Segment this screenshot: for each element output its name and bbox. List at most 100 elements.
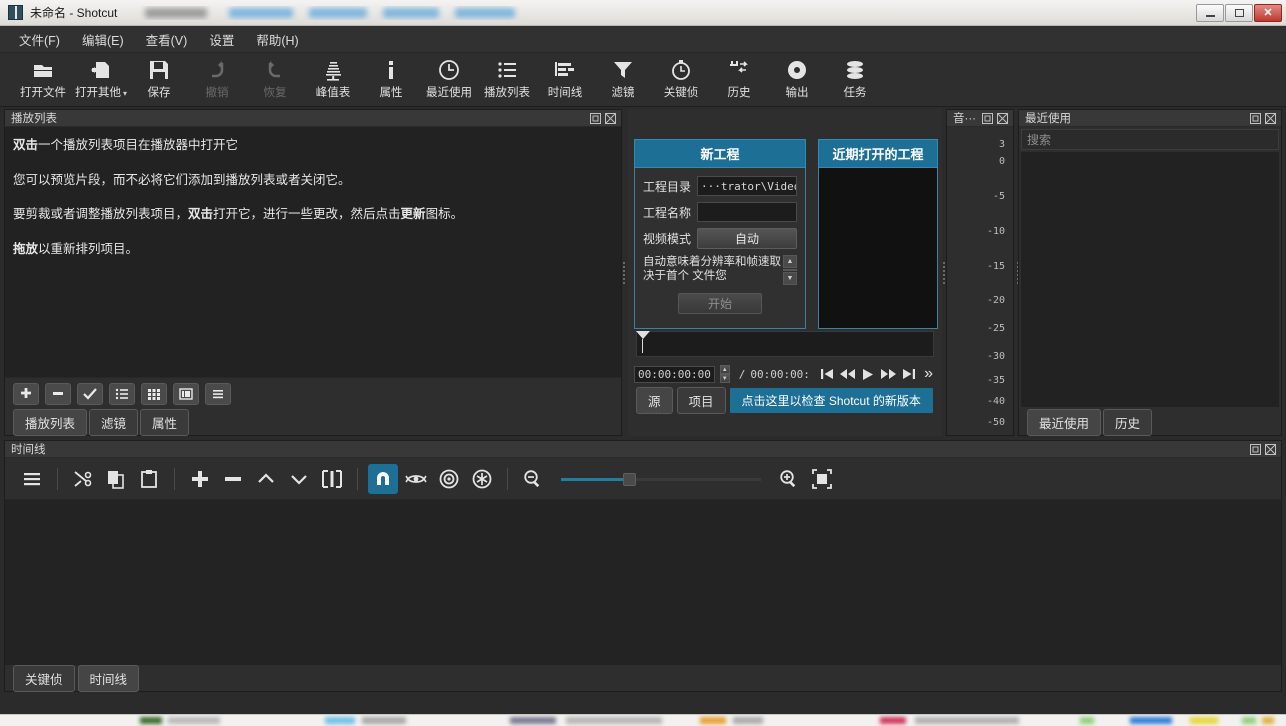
player-seekbar[interactable]: [628, 329, 942, 361]
add-to-playlist-button[interactable]: [13, 383, 39, 405]
view-detail-list-button[interactable]: [109, 383, 135, 405]
toolbar-undo[interactable]: 撤销: [188, 53, 246, 105]
splitter-player-audio[interactable]: [942, 255, 946, 291]
zoom-fit-button[interactable]: [807, 464, 837, 494]
view-tiles-button[interactable]: [141, 383, 167, 405]
shotcut-icon: [8, 5, 23, 20]
playlist-menu-button[interactable]: [205, 383, 231, 405]
toolbar-divider-1: [57, 468, 58, 490]
update-playlist-item-button[interactable]: [77, 383, 103, 405]
ripple-delete-button[interactable]: [218, 464, 248, 494]
toolbar-undo-label: 撤销: [206, 84, 229, 100]
toolbar-playlist[interactable]: 播放列表: [478, 53, 536, 105]
ripple-toggle-button[interactable]: [434, 464, 464, 494]
splitter-playlist-player[interactable]: [622, 255, 626, 291]
hint-scrollbar[interactable]: ▲ ▼: [783, 255, 797, 285]
timeline-close-icon[interactable]: [1265, 444, 1277, 455]
toolbar-history[interactable]: 历史: [710, 53, 768, 105]
playlist-dock-title: 播放列表: [11, 110, 57, 126]
timeline-tracks-area[interactable]: [5, 500, 1281, 665]
maximize-button[interactable]: [1225, 4, 1253, 22]
tab-properties[interactable]: 属性: [140, 409, 189, 436]
playlist-icon: [496, 58, 518, 82]
playlist-float-icon[interactable]: [590, 113, 602, 124]
skip-to-start-button[interactable]: [820, 365, 835, 383]
menu-file[interactable]: 文件(F): [10, 26, 69, 53]
spin-down-icon[interactable]: ▼: [720, 374, 730, 383]
minimize-button[interactable]: [1196, 4, 1224, 22]
toolbar-peak-meter[interactable]: 峰值表: [304, 53, 362, 105]
project-name-input[interactable]: [697, 202, 797, 222]
recent-float-icon[interactable]: [1250, 113, 1262, 124]
video-mode-select[interactable]: 自动: [697, 228, 797, 249]
position-timecode-field[interactable]: 00:00:00:00: [634, 366, 715, 383]
split-button[interactable]: [317, 464, 347, 494]
audio-float-icon[interactable]: [982, 113, 994, 124]
lift-button[interactable]: [251, 464, 281, 494]
snap-toggle-button[interactable]: [368, 464, 398, 494]
toolbar-properties[interactable]: 属性: [362, 53, 420, 105]
zoom-in-button[interactable]: [774, 464, 804, 494]
scroll-track[interactable]: [783, 269, 797, 271]
spin-up-icon[interactable]: ▲: [720, 365, 730, 374]
scroll-down-icon[interactable]: ▼: [783, 272, 797, 285]
more-options-button[interactable]: »: [921, 365, 936, 383]
cut-button[interactable]: [68, 464, 98, 494]
fast-forward-button[interactable]: [880, 365, 896, 383]
tab-history[interactable]: 历史: [1103, 409, 1152, 436]
toolbar-filters[interactable]: 滤镜: [594, 53, 652, 105]
timeline-menu-button[interactable]: [17, 464, 47, 494]
zoom-out-button[interactable]: [518, 464, 548, 494]
toolbar-open-other[interactable]: 打开其他▾: [72, 53, 130, 105]
tab-timeline[interactable]: 时间线: [78, 665, 140, 692]
recent-close-icon[interactable]: [1265, 113, 1277, 124]
ripple-all-tracks-button[interactable]: [467, 464, 497, 494]
append-button[interactable]: [185, 464, 215, 494]
seek-track[interactable]: [636, 331, 934, 357]
close-button[interactable]: ✕: [1254, 4, 1282, 22]
tab-playlist[interactable]: 播放列表: [13, 409, 87, 436]
menu-settings[interactable]: 设置: [200, 26, 243, 53]
playlist-close-icon[interactable]: [605, 113, 617, 124]
tab-keyframes[interactable]: 关键侦: [13, 665, 75, 692]
menu-view[interactable]: 查看(V): [137, 26, 197, 53]
toolbar-jobs[interactable]: 任务: [826, 53, 884, 105]
zoom-slider-handle[interactable]: [623, 473, 636, 486]
remove-from-playlist-button[interactable]: [45, 383, 71, 405]
copy-button[interactable]: [101, 464, 131, 494]
overwrite-button[interactable]: [284, 464, 314, 494]
recent-search-input[interactable]: 搜索: [1021, 129, 1279, 150]
skip-to-end-button[interactable]: [901, 365, 916, 383]
play-button[interactable]: [861, 365, 876, 383]
view-icons-button[interactable]: [173, 383, 199, 405]
timeline-float-icon[interactable]: [1250, 444, 1262, 455]
update-check-banner[interactable]: 点击这里以检查 Shotcut 的新版本: [730, 388, 933, 413]
paste-button[interactable]: [134, 464, 164, 494]
toolbar-redo[interactable]: 恢复: [246, 53, 304, 105]
tab-filters[interactable]: 滤镜: [89, 409, 138, 436]
recent-items-list[interactable]: [1021, 152, 1279, 407]
rewind-button[interactable]: [840, 365, 856, 383]
toolbar-timeline[interactable]: 时间线: [536, 53, 594, 105]
start-button[interactable]: 开始: [678, 293, 762, 314]
tab-recent[interactable]: 最近使用: [1027, 409, 1101, 436]
position-spinner[interactable]: ▲▼: [720, 365, 730, 383]
video-mode-row: 视频模式 自动: [643, 228, 797, 249]
recent-projects-list[interactable]: [818, 168, 938, 329]
toolbar-save[interactable]: 保存: [130, 53, 188, 105]
project-dir-input[interactable]: ···trator\Videos: [697, 176, 797, 196]
menu-edit[interactable]: 编辑(E): [73, 26, 133, 53]
toolbar-recent[interactable]: 最近使用: [420, 53, 478, 105]
menu-help[interactable]: 帮助(H): [247, 26, 307, 53]
toolbar-keyframes[interactable]: 关键侦: [652, 53, 710, 105]
meter-tick--35: -35: [987, 375, 1005, 386]
audio-close-icon[interactable]: [997, 113, 1009, 124]
scroll-up-icon[interactable]: ▲: [783, 255, 797, 268]
playhead-icon[interactable]: [636, 331, 650, 339]
playlist-hint-4: 拖放以重新排列项目。: [13, 241, 613, 259]
scrub-while-dragging-button[interactable]: [401, 464, 431, 494]
tab-project[interactable]: 项目: [677, 387, 726, 414]
timeline-zoom-slider[interactable]: [561, 469, 761, 489]
toolbar-export[interactable]: 输出: [768, 53, 826, 105]
toolbar-open-file[interactable]: 打开文件: [14, 53, 72, 105]
